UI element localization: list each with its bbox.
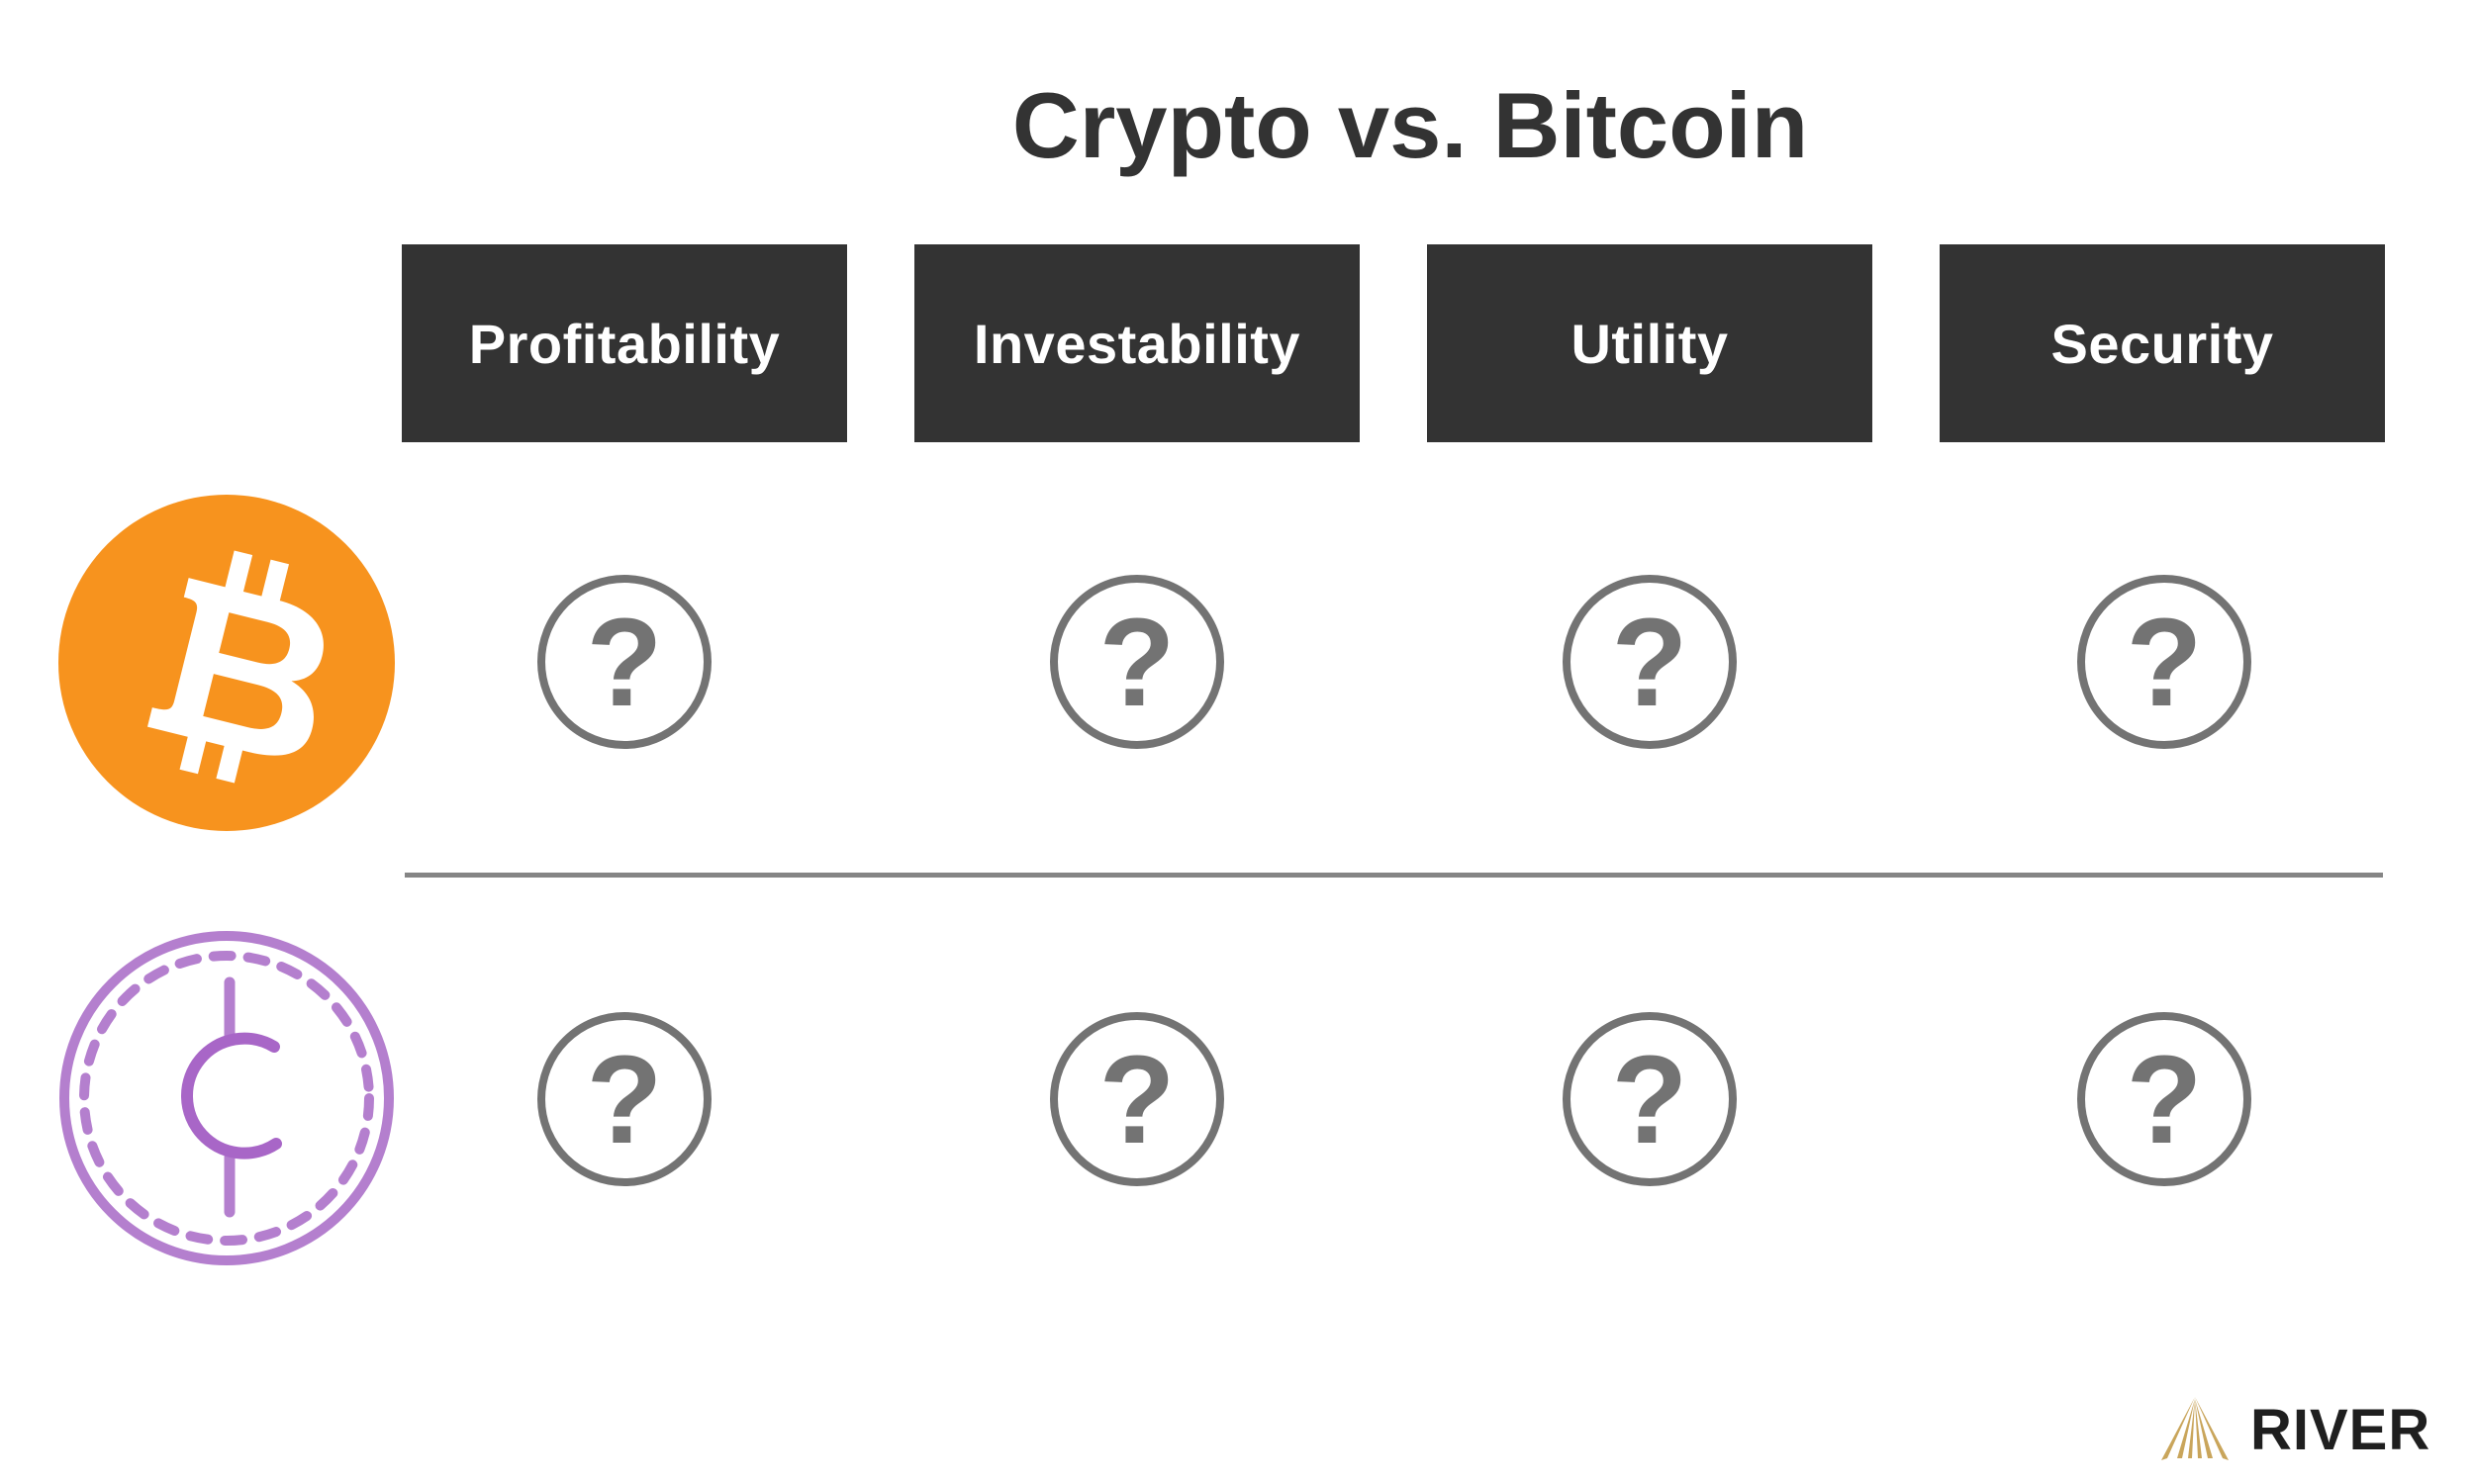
- river-logo: RIVER: [2157, 1390, 2430, 1469]
- row-divider: [405, 873, 2383, 878]
- column-header-utility: Utility: [1427, 244, 1872, 442]
- question-mark: ?: [1612, 1030, 1688, 1169]
- question-icon: ?: [537, 1012, 712, 1186]
- column-header-label: Utility: [1570, 312, 1729, 375]
- question-mark: ?: [587, 593, 663, 732]
- question-mark: ?: [2127, 1030, 2203, 1169]
- column-header-investability: Investability: [914, 244, 1360, 442]
- column-header-profitability: Profitability: [402, 244, 847, 442]
- column-header-label: Investability: [973, 312, 1301, 375]
- column-header-security: Security: [1940, 244, 2385, 442]
- column-header-label: Profitability: [468, 312, 781, 375]
- column-header-label: Security: [2050, 312, 2274, 375]
- question-mark: ?: [587, 1030, 663, 1169]
- question-icon: ?: [1563, 575, 1737, 749]
- bitcoin-icon: [58, 495, 395, 831]
- question-icon: ?: [2077, 575, 2251, 749]
- question-icon: ?: [1050, 575, 1224, 749]
- question-icon: ?: [1563, 1012, 1737, 1186]
- question-icon: ?: [537, 575, 712, 749]
- page-title: Crypto vs. Bitcoin: [1011, 73, 1809, 177]
- crypto-coin-icon: [59, 931, 394, 1265]
- question-icon: ?: [1050, 1012, 1224, 1186]
- question-mark: ?: [1612, 593, 1688, 732]
- river-mountain-icon: [2161, 1397, 2229, 1460]
- question-mark: ?: [1099, 1030, 1176, 1169]
- question-mark: ?: [1099, 593, 1176, 732]
- question-mark: ?: [2127, 593, 2203, 732]
- brand-name: RIVER: [2250, 1397, 2431, 1462]
- question-icon: ?: [2077, 1012, 2251, 1186]
